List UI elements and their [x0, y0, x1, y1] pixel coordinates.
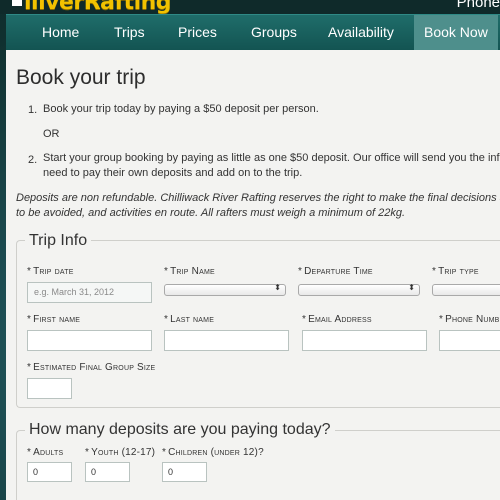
trip-type-select[interactable] [432, 284, 500, 296]
youth-input[interactable]: 0 [85, 462, 130, 482]
phone-input[interactable] [439, 330, 500, 351]
children-label-text: Children (under 12)? [168, 447, 264, 458]
trip-name-label-text: Trip Name [170, 266, 215, 277]
logo-text: iiiverRafting [24, 0, 172, 15]
phone-label-text: Phone Numb [445, 314, 500, 325]
required-marker: * [85, 447, 90, 458]
required-marker: * [164, 314, 169, 325]
adults-label-text: Adults [33, 447, 64, 458]
youth-label-text: Youth (12-17) [91, 447, 156, 458]
step-1-text: Book your trip today by paying a $50 dep… [43, 103, 319, 115]
group-size-label: * Estimated Final Group Size [27, 362, 155, 373]
email-input[interactable] [302, 330, 427, 351]
email-label: * Email Address [302, 314, 372, 325]
required-marker: * [439, 314, 444, 325]
first-name-label-text: First name [33, 314, 81, 325]
required-marker: * [27, 314, 32, 325]
adults-input[interactable]: 0 [27, 462, 72, 482]
trip-name-label: * Trip Name [164, 266, 215, 277]
site-logo[interactable]: iiiverRafting [12, 0, 172, 15]
group-size-input[interactable] [27, 378, 72, 399]
required-marker: * [298, 266, 303, 277]
step-2-text-line1: Start your group booking by paying as li… [43, 152, 500, 164]
required-marker: * [164, 266, 169, 277]
children-label: * Children (under 12)? [162, 447, 264, 458]
youth-label: * Youth (12-17) [85, 447, 155, 458]
departure-time-label: * Departure Time [298, 266, 373, 277]
group-size-label-text: Estimated Final Group Size [33, 362, 156, 373]
required-marker: * [162, 447, 167, 458]
trip-type-label: * Trip type [432, 266, 479, 277]
required-marker: * [302, 314, 307, 325]
deposits-fieldset: How many deposits are you paying today? … [16, 421, 500, 500]
adults-label: * Adults [27, 447, 63, 458]
phone-label: * Phone Numb [439, 314, 500, 325]
email-label-text: Email Address [308, 314, 372, 325]
children-input[interactable]: 0 [162, 462, 207, 482]
header-phone: Phone [456, 0, 500, 11]
select-arrows-icon: ⬍ [274, 283, 281, 292]
deposits-legend: How many deposits are you paying today? [25, 421, 335, 439]
required-marker: * [27, 362, 32, 373]
trip-name-select[interactable]: ⬍ [164, 283, 286, 296]
select-arrows-icon: ⬍ [408, 283, 415, 292]
trip-date-label-text: Trip date [33, 266, 74, 277]
page-title: Book your trip [16, 66, 146, 89]
required-marker: * [27, 266, 32, 277]
last-name-input[interactable] [164, 330, 289, 351]
main-nav: Home Trips Prices Groups Availability Bo… [6, 14, 500, 51]
last-name-label-text: Last name [170, 314, 215, 325]
trip-info-legend: Trip Info [25, 232, 92, 250]
nav-trips[interactable]: Trips [114, 15, 145, 51]
step-2-text-line2: need to pay their own deposits and add o… [43, 167, 303, 179]
step-1-number: 1. [28, 104, 38, 116]
nav-home[interactable]: Home [42, 15, 79, 51]
nav-groups[interactable]: Groups [251, 15, 297, 51]
disclaimer-line2: to be avoided, and activities en route. … [16, 207, 406, 219]
first-name-input[interactable] [27, 330, 152, 351]
trip-date-label: * Trip date [27, 266, 74, 277]
departure-time-select[interactable]: ⬍ [298, 283, 420, 296]
nav-availability[interactable]: Availability [328, 15, 394, 51]
last-name-label: * Last name [164, 314, 214, 325]
trip-type-label-text: Trip type [438, 266, 479, 277]
required-marker: * [27, 447, 32, 458]
nav-book-now[interactable]: Book Now [414, 15, 498, 51]
departure-time-label-text: Departure Time [304, 266, 373, 277]
first-name-label: * First name [27, 314, 80, 325]
disclaimer-line1: Deposits are non refundable. Chilliwack … [16, 192, 500, 204]
required-marker: * [432, 266, 437, 277]
step-2-number: 2. [28, 154, 38, 166]
trip-date-input[interactable]: e.g. March 31, 2012 [27, 282, 152, 303]
trip-info-fieldset: Trip Info * Trip date e.g. March 31, 2012… [16, 232, 500, 408]
nav-prices[interactable]: Prices [178, 15, 217, 51]
logo-mark [12, 0, 22, 6]
booking-panel: Book your trip 1. Book your trip today b… [6, 50, 500, 500]
or-text: OR [43, 128, 60, 140]
